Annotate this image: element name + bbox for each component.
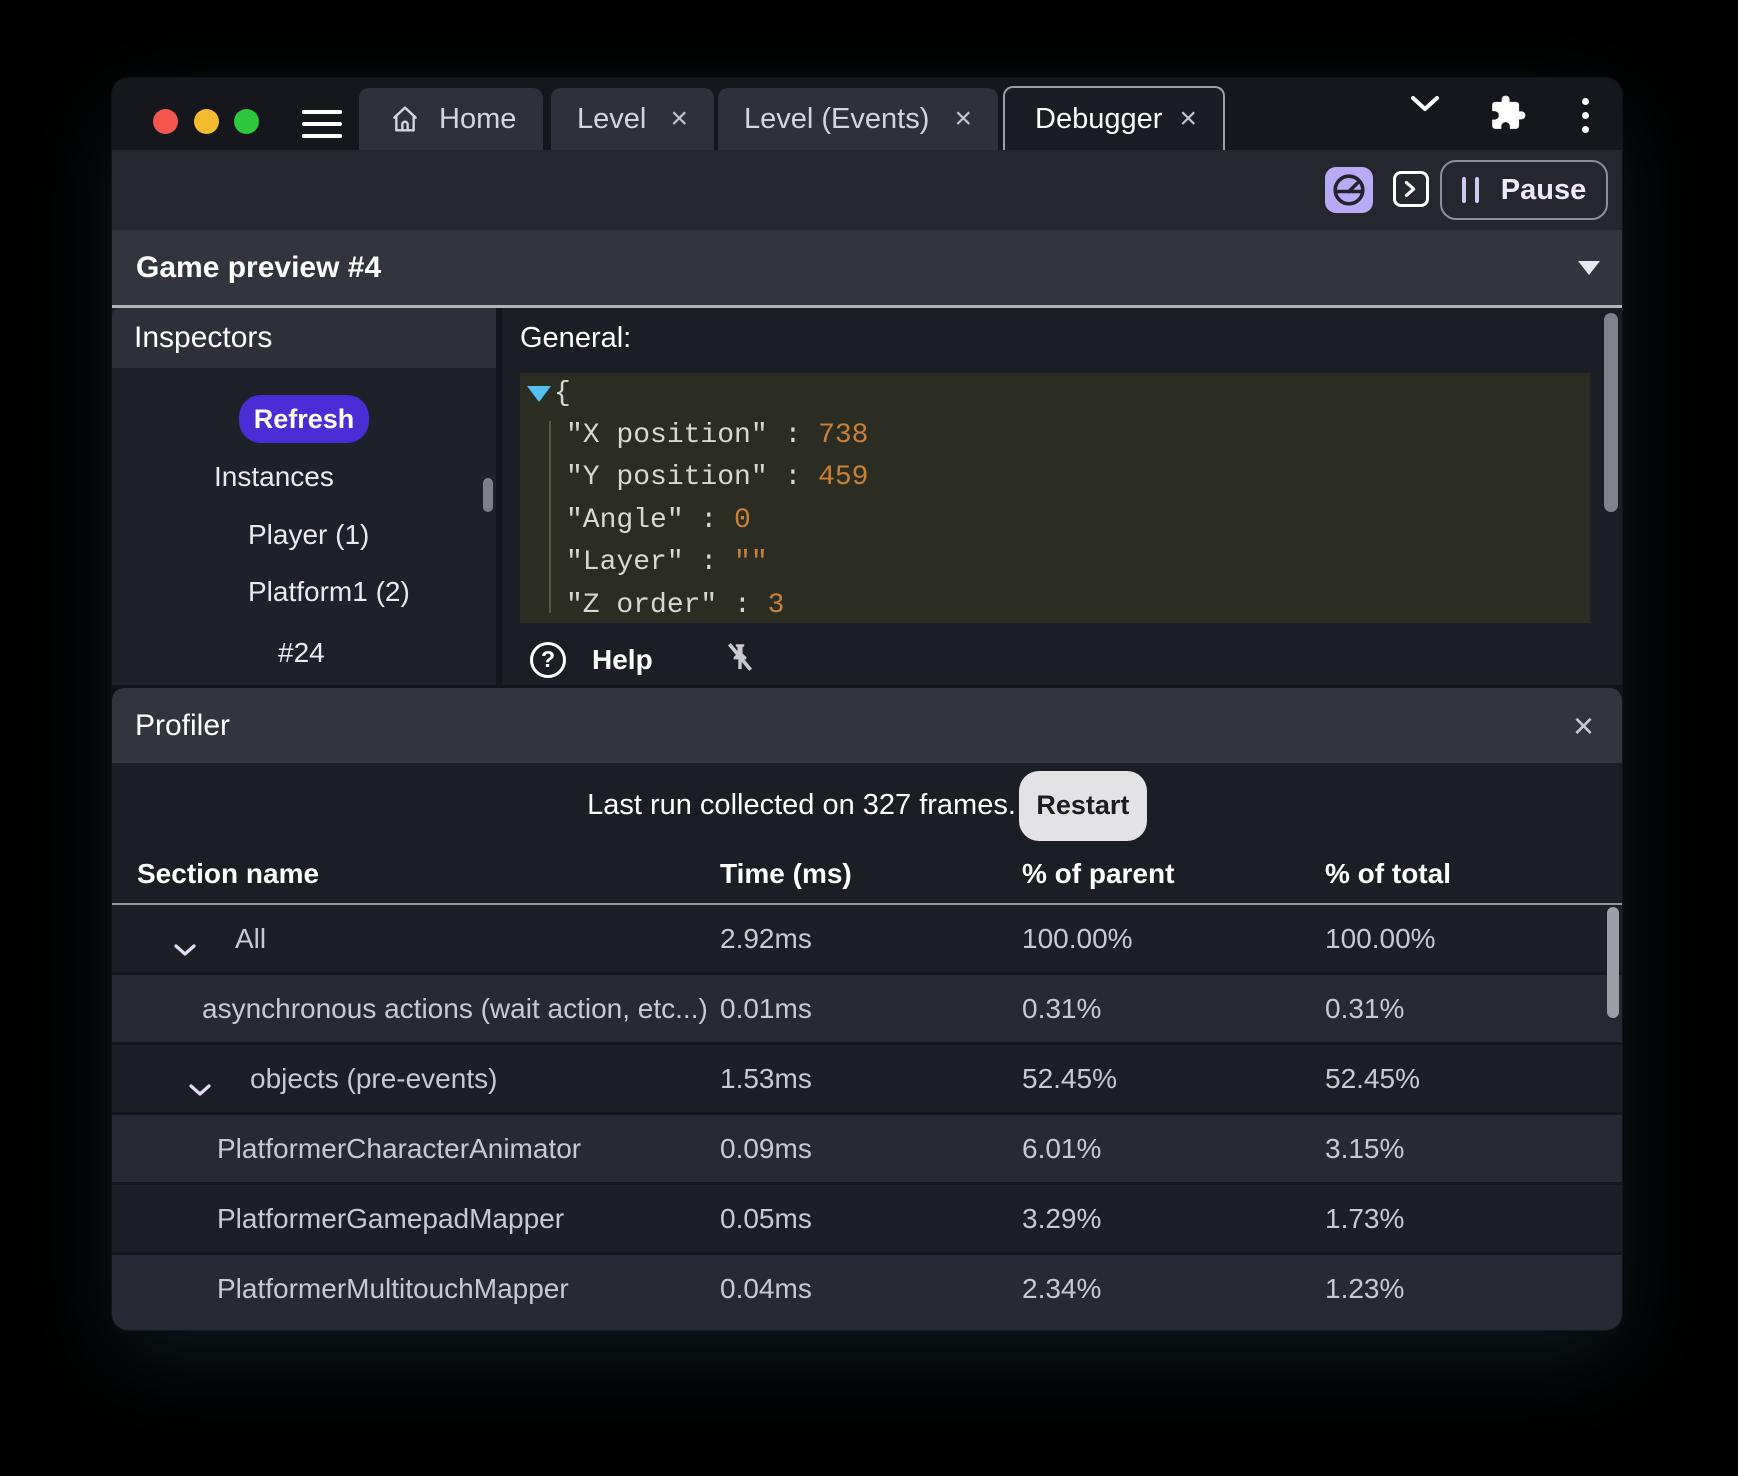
close-icon[interactable]: × xyxy=(954,102,998,136)
tab-label: Level xyxy=(577,102,647,135)
chevron-down-icon[interactable] xyxy=(188,1072,212,1104)
column-header-percent-total: % of total xyxy=(1325,858,1451,889)
close-icon[interactable]: × xyxy=(670,102,714,136)
tab-level-events[interactable]: Level (Events) × xyxy=(718,88,998,150)
tab-label: Level (Events) xyxy=(744,102,930,135)
inspectors-panel: Inspectors Refresh Instances Player (1) … xyxy=(112,308,496,685)
debugger-toolbar: Pause xyxy=(112,150,1622,230)
open-brace: { xyxy=(554,378,571,409)
table-row-all[interactable]: All 2.92ms 100.00% 100.00% xyxy=(112,905,1622,972)
tab-debugger-active[interactable]: Debugger × xyxy=(1003,86,1225,150)
profiler-scrollbar-thumb[interactable] xyxy=(1607,907,1619,1018)
close-icon[interactable]: × xyxy=(1573,707,1594,744)
pause-label: Pause xyxy=(1500,173,1587,206)
close-window-button[interactable] xyxy=(153,109,178,134)
home-icon xyxy=(389,103,421,135)
table-row-character-animator[interactable]: PlatformerCharacterAnimator 0.09ms 6.01%… xyxy=(112,1115,1622,1182)
pin-off-icon[interactable] xyxy=(723,640,757,679)
tab-label: Home xyxy=(439,102,517,135)
tree-item-instance-24[interactable]: #24 xyxy=(278,635,325,671)
extension-puzzle-icon[interactable] xyxy=(1489,94,1527,132)
collapse-triangle-icon[interactable] xyxy=(527,386,551,402)
profiler-status-row: Last run collected on 327 frames. Restar… xyxy=(112,763,1622,848)
json-field-angle: "Angle" : 0 xyxy=(566,504,751,536)
json-field-z-order: "Z order" : 3 xyxy=(566,589,785,621)
tree-item-instances[interactable]: Instances xyxy=(214,459,334,495)
general-title: General: xyxy=(520,322,632,354)
refresh-button[interactable]: Refresh xyxy=(239,395,369,443)
json-field-y-position: "Y position" : 459 xyxy=(566,462,869,494)
indent-guide xyxy=(549,421,551,613)
game-preview-header[interactable]: Game preview #4 xyxy=(112,230,1622,305)
general-scrollbar-thumb[interactable] xyxy=(1604,313,1618,512)
title-bar: Home Level × Level (Events) × Debugger × xyxy=(112,78,1622,150)
profiler-title: Profiler xyxy=(135,708,231,742)
pause-icon xyxy=(1461,177,1479,203)
general-panel: General: { "X position" : 738 "Y positio… xyxy=(502,308,1622,685)
profiler-panel: Profiler × Last run collected on 327 fra… xyxy=(112,688,1622,1330)
help-label[interactable]: Help xyxy=(592,644,653,676)
collapse-caret-icon[interactable] xyxy=(1578,260,1600,275)
game-preview-title: Game preview #4 xyxy=(136,250,382,284)
pause-button[interactable]: Pause xyxy=(1440,160,1608,220)
json-field-layer: "Layer" : "" xyxy=(566,547,768,579)
close-icon[interactable]: × xyxy=(1179,102,1223,136)
kebab-menu-icon[interactable] xyxy=(1578,94,1593,137)
debugger-window: Home Level × Level (Events) × Debugger × xyxy=(112,78,1622,1330)
tree-item-platform1[interactable]: Platform1 (2) xyxy=(248,574,410,610)
inspectors-header: Inspectors xyxy=(112,308,496,368)
restart-button[interactable]: Restart xyxy=(1018,770,1147,841)
table-row-objects-pre-events[interactable]: objects (pre-events) 1.53ms 52.45% 52.45… xyxy=(112,1045,1622,1112)
json-field-x-position: "X position" : 738 xyxy=(566,419,869,451)
profiler-status-text: Last run collected on 327 frames. xyxy=(587,789,1016,821)
tab-level[interactable]: Level × xyxy=(551,88,714,150)
inspectors-title: Inspectors xyxy=(134,321,273,354)
chevron-down-icon[interactable] xyxy=(1408,94,1442,114)
menu-icon[interactable] xyxy=(302,110,342,138)
table-row-gamepad-mapper[interactable]: PlatformerGamepadMapper 0.05ms 3.29% 1.7… xyxy=(112,1185,1622,1252)
minimize-window-button[interactable] xyxy=(194,109,219,134)
profiler-header: Profiler × xyxy=(112,688,1622,763)
chevron-down-icon[interactable] xyxy=(173,932,197,964)
profiler-gauge-icon[interactable] xyxy=(1325,167,1373,213)
console-icon[interactable] xyxy=(1393,171,1429,207)
zoom-window-button[interactable] xyxy=(234,109,259,134)
table-row-async-actions[interactable]: asynchronous actions (wait action, etc..… xyxy=(112,975,1622,1042)
tab-home[interactable]: Home xyxy=(359,88,543,150)
inspectors-scrollbar-thumb[interactable] xyxy=(483,478,493,512)
help-icon[interactable]: ? xyxy=(530,641,566,678)
tab-label: Debugger xyxy=(1035,102,1163,135)
column-header-percent-parent: % of parent xyxy=(1022,858,1175,889)
column-header-section-name: Section name xyxy=(137,858,320,889)
tree-item-player[interactable]: Player (1) xyxy=(248,517,369,553)
json-viewer: { "X position" : 738 "Y position" : 459 … xyxy=(520,373,1590,623)
table-row-multitouch-mapper[interactable]: PlatformerMultitouchMapper 0.04ms 2.34% … xyxy=(112,1255,1622,1330)
column-header-time: Time (ms) xyxy=(720,858,852,889)
